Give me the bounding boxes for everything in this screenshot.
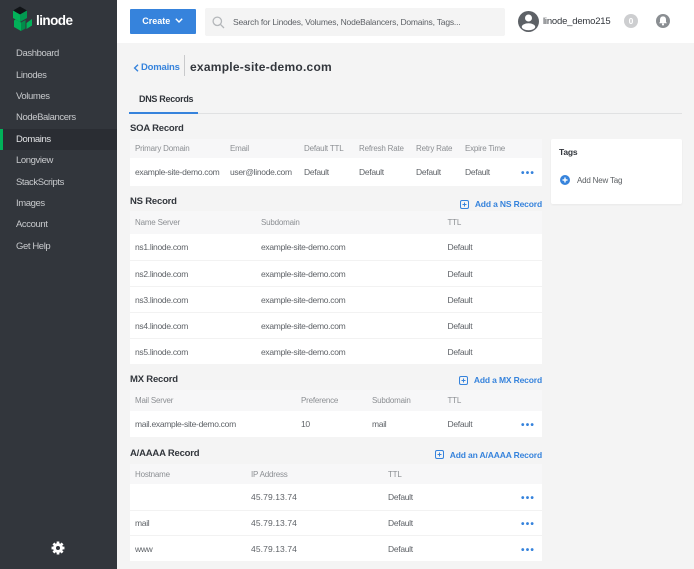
svg-text:0: 0	[629, 16, 634, 26]
